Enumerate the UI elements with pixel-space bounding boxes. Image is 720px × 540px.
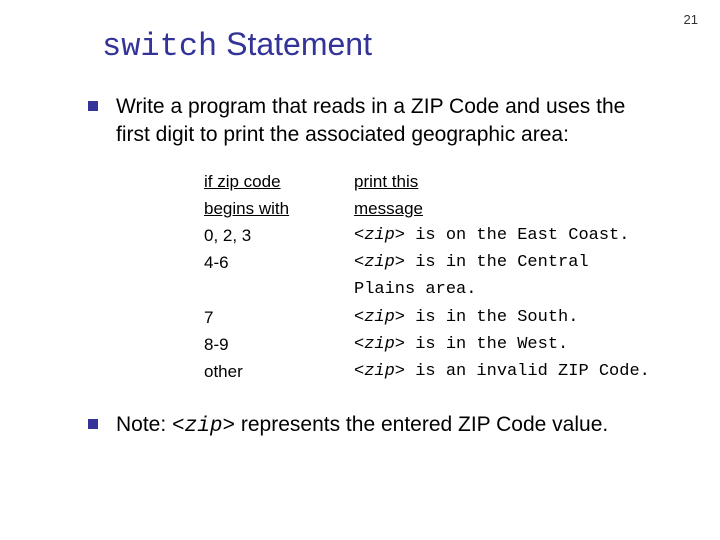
zip-placeholder: <zip> <box>354 308 405 327</box>
table-row: 8-9 <zip> is in the West. <box>204 331 650 358</box>
zip-placeholder: <zip> <box>354 253 405 272</box>
zip-cell: 8-9 <box>204 331 354 358</box>
table-header-row-1: if zip code print this <box>204 168 650 195</box>
zip-cell: other <box>204 358 354 385</box>
zip-header-l1: if zip code <box>204 168 354 195</box>
bullet-item: Write a program that reads in a ZIP Code… <box>88 93 650 150</box>
zip-placeholder: <zip> <box>354 362 405 381</box>
note-post: represents the entered ZIP Code value. <box>235 413 608 436</box>
note-pre: Note: <box>116 413 172 436</box>
title-code: switch <box>102 28 217 65</box>
msg-header-l1: print this <box>354 168 650 195</box>
zip-placeholder: <zip> <box>354 335 405 354</box>
square-bullet-icon <box>88 101 98 111</box>
zip-header-l2: begins with <box>204 195 354 222</box>
zip-cell: 0, 2, 3 <box>204 222 354 249</box>
msg-cell: <zip> is on the East Coast. <box>354 222 650 249</box>
bullet-text: Write a program that reads in a ZIP Code… <box>116 93 650 150</box>
table-row: 0, 2, 3 <zip> is on the East Coast. <box>204 222 650 249</box>
bullet-item: Note: <zip> represents the entered ZIP C… <box>88 411 650 441</box>
bullet-list: Write a program that reads in a ZIP Code… <box>88 93 650 442</box>
slide: 21 switch Statement Write a program that… <box>0 0 720 540</box>
msg-text: is an invalid ZIP Code. <box>405 362 650 381</box>
zip-cell: 4-6 <box>204 249 354 303</box>
bullet-text: Note: <zip> represents the entered ZIP C… <box>116 411 608 441</box>
slide-title: switch Statement <box>102 26 690 65</box>
title-rest: Statement <box>217 26 372 62</box>
msg-cell: <zip> is in the Central Plains area. <box>354 249 650 303</box>
square-bullet-icon <box>88 419 98 429</box>
msg-text: is in the South. <box>405 308 578 327</box>
msg-cell: <zip> is in the South. <box>354 304 650 331</box>
zip-placeholder: <zip> <box>172 415 235 438</box>
table-row: other <zip> is an invalid ZIP Code. <box>204 358 650 385</box>
msg-cell: <zip> is in the West. <box>354 331 650 358</box>
page-number: 21 <box>684 12 698 27</box>
zip-placeholder: <zip> <box>354 226 405 245</box>
msg-cell: <zip> is an invalid ZIP Code. <box>354 358 650 385</box>
zip-cell: 7 <box>204 304 354 331</box>
msg-text: is in the West. <box>405 335 568 354</box>
table-row: 7 <zip> is in the South. <box>204 304 650 331</box>
zip-table: if zip code print this begins with messa… <box>204 168 650 386</box>
msg-text: is on the East Coast. <box>405 226 629 245</box>
table-row: 4-6 <zip> is in the Central Plains area. <box>204 249 650 303</box>
msg-header-l2: message <box>354 195 650 222</box>
table-header-row-2: begins with message <box>204 195 650 222</box>
